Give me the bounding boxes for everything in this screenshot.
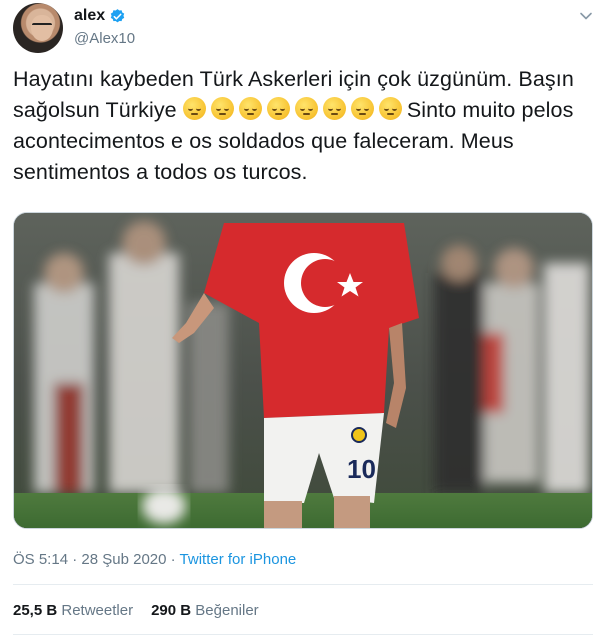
divider bbox=[13, 584, 593, 585]
author-name[interactable]: alex bbox=[74, 7, 105, 25]
author-name-row: alex bbox=[74, 7, 126, 25]
pensive-face-emoji-icon bbox=[294, 97, 318, 120]
tweet-meta: ÖS 5:14 · 28 Şub 2020 · Twitter for iPho… bbox=[13, 551, 296, 568]
tweet-photo[interactable]: 10 bbox=[13, 212, 593, 529]
author-handle[interactable]: @Alex10 bbox=[74, 30, 135, 47]
avatar-face bbox=[31, 15, 53, 41]
verified-badge-icon bbox=[109, 8, 126, 25]
chevron-down-icon[interactable] bbox=[578, 8, 594, 24]
meta-separator: · bbox=[72, 551, 78, 568]
tweet-time[interactable]: ÖS 5:14 bbox=[13, 551, 68, 568]
retweets-count: 25,5 B bbox=[13, 602, 58, 619]
likes-stat[interactable]: 290 B Beğeniler bbox=[151, 602, 259, 619]
tweet-text: Hayatını kaybeden Türk Askerleri için ço… bbox=[13, 64, 598, 188]
pensive-face-emoji-icon bbox=[210, 97, 234, 120]
pensive-face-emoji-icon bbox=[266, 97, 290, 120]
tweet-date[interactable]: 28 Şub 2020 bbox=[81, 551, 166, 568]
meta-separator: · bbox=[170, 551, 176, 568]
divider bbox=[13, 634, 593, 635]
emoji-row bbox=[182, 97, 407, 122]
likes-label: Beğeniler bbox=[195, 602, 259, 619]
likes-count: 290 B bbox=[151, 602, 192, 619]
tweet-source-link[interactable]: Twitter for iPhone bbox=[180, 551, 297, 568]
tweet-stats: 25,5 B Retweetler 290 B Beğeniler bbox=[13, 602, 259, 619]
retweets-label: Retweetler bbox=[61, 602, 134, 619]
pensive-face-emoji-icon bbox=[350, 97, 374, 120]
retweets-stat[interactable]: 25,5 B Retweetler bbox=[13, 602, 133, 619]
pensive-face-emoji-icon bbox=[378, 97, 402, 120]
pensive-face-emoji-icon bbox=[182, 97, 206, 120]
photo-soldier-in-flag-shirt: 10 bbox=[14, 213, 592, 528]
pensive-face-emoji-icon bbox=[322, 97, 346, 120]
svg-text:10: 10 bbox=[347, 454, 376, 484]
pensive-face-emoji-icon bbox=[238, 97, 262, 120]
tweet-card: alex @Alex10 Hayatını kaybeden Türk Aske… bbox=[0, 0, 606, 640]
avatar-glasses bbox=[32, 23, 52, 28]
avatar[interactable] bbox=[13, 3, 63, 53]
